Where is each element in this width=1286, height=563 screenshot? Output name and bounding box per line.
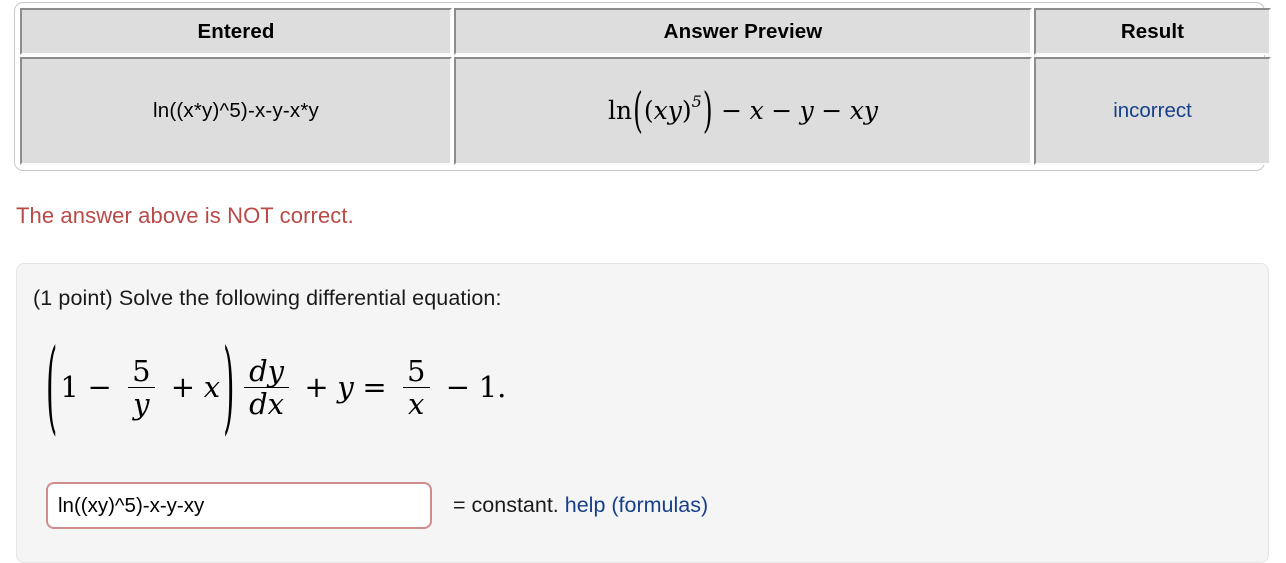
eq-open-paren: ( bbox=[46, 326, 58, 446]
answer-row: = constant. help (formulas) bbox=[46, 482, 708, 529]
math-term-y: y bbox=[799, 95, 814, 125]
math-minus-1: − bbox=[721, 95, 743, 125]
eq-fraction-5-over-y: 5 y bbox=[127, 356, 156, 419]
problem-statement: (1 point) Solve the following differenti… bbox=[33, 286, 502, 310]
cell-answer-preview: ln ( ( x y ) 5 ) − x − y − x y bbox=[454, 57, 1032, 165]
equation-math: ( 1 − 5 y + x ) dy dx + y = 5 x − 1 . bbox=[43, 335, 507, 437]
results-table-container: Entered Answer Preview Result ln((x*y)^5… bbox=[14, 2, 1271, 171]
incorrect-feedback-message: The answer above is NOT correct. bbox=[16, 203, 354, 228]
column-header-entered: Entered bbox=[20, 8, 452, 55]
answer-suffix-text: = constant. bbox=[453, 493, 559, 517]
help-formulas-link[interactable]: help (formulas) bbox=[565, 493, 708, 517]
math-var-y: y bbox=[667, 95, 682, 125]
problem-panel: (1 point) Solve the following differenti… bbox=[16, 263, 1269, 563]
eq-frac1-numerator: 5 bbox=[132, 354, 151, 388]
cell-result-status: incorrect bbox=[1034, 57, 1271, 165]
math-ln: ln bbox=[608, 95, 633, 125]
eq-derivative-numerator: dy bbox=[249, 354, 285, 388]
column-header-answer-preview: Answer Preview bbox=[454, 8, 1032, 55]
math-exponent-5: 5 bbox=[691, 92, 702, 112]
math-term-x: x bbox=[749, 95, 764, 125]
math-open-paren-inner: ( bbox=[643, 95, 654, 125]
cell-entered-answer: ln((x*y)^5)-x-y-x*y bbox=[20, 57, 452, 165]
math-minus-2: − bbox=[771, 95, 793, 125]
eq-equals: = bbox=[362, 370, 387, 405]
answer-preview-math: ln ( ( x y ) 5 ) − x − y − x y bbox=[608, 86, 878, 134]
answer-input[interactable] bbox=[46, 482, 432, 529]
math-term-xy-y: y bbox=[863, 95, 878, 125]
eq-derivative-dy-dx: dy dx bbox=[243, 354, 290, 419]
eq-derivative-denominator: dx bbox=[243, 387, 290, 419]
eq-fraction-5-over-x: 5 x bbox=[402, 356, 431, 419]
table-header-row: Entered Answer Preview Result bbox=[20, 8, 1271, 55]
eq-frac2-denominator: x bbox=[402, 387, 430, 419]
eq-frac1-denominator: y bbox=[127, 387, 155, 419]
status-badge: incorrect bbox=[1113, 99, 1192, 122]
column-header-result: Result bbox=[1034, 8, 1271, 55]
eq-close-paren: ) bbox=[223, 326, 235, 446]
answer-suffix: = constant. help (formulas) bbox=[453, 493, 708, 518]
math-minus-3: − bbox=[821, 95, 843, 125]
math-close-paren-outer: ) bbox=[702, 82, 713, 138]
eq-frac2-numerator: 5 bbox=[406, 354, 426, 388]
math-var-x: x bbox=[653, 95, 668, 125]
entered-answer-text: ln((x*y)^5)-x-y-x*y bbox=[152, 99, 320, 122]
eq-one-final: 1 bbox=[478, 370, 498, 405]
math-term-xy-x: x bbox=[849, 95, 864, 125]
table-row: ln((x*y)^5)-x-y-x*y ln ( ( x y ) 5 ) − x bbox=[20, 57, 1271, 165]
eq-minus-1: − bbox=[87, 370, 112, 405]
math-close-paren-inner: ) bbox=[681, 95, 692, 125]
eq-y-term: y bbox=[337, 370, 354, 405]
differential-equation: ( 1 − 5 y + x ) dy dx + y = 5 x − 1 . bbox=[43, 335, 507, 437]
eq-period: . bbox=[497, 370, 507, 405]
eq-plus-1: + bbox=[170, 370, 196, 405]
math-open-paren-outer: ( bbox=[633, 82, 643, 138]
eq-x-term: x bbox=[203, 370, 221, 405]
results-table: Entered Answer Preview Result ln((x*y)^5… bbox=[18, 6, 1273, 167]
eq-one: 1 bbox=[60, 370, 79, 405]
eq-plus-2: + bbox=[304, 370, 329, 405]
eq-minus-2: − bbox=[445, 370, 471, 405]
